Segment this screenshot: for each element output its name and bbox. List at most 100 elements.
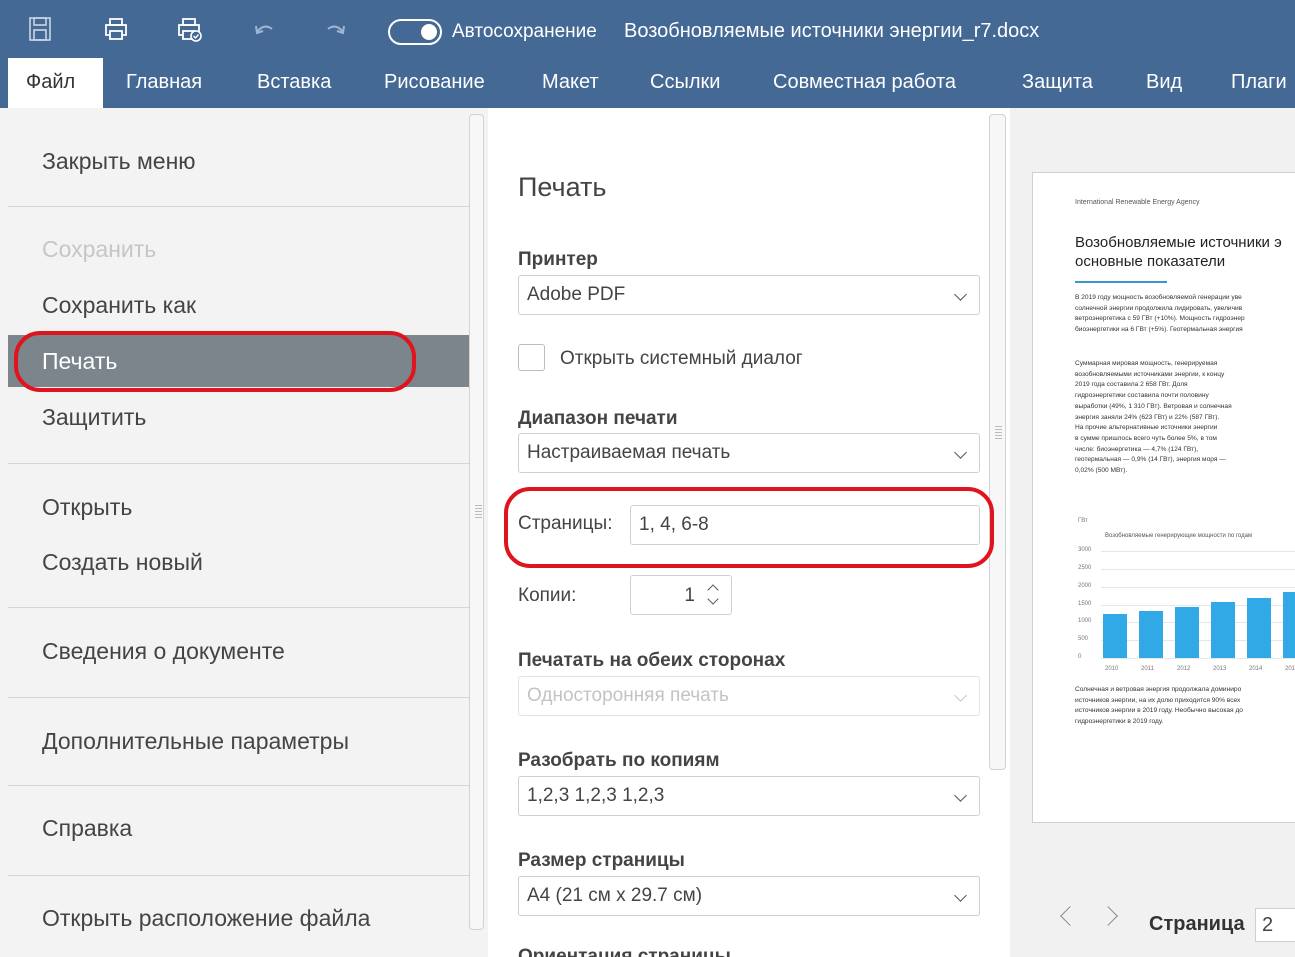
redo-icon[interactable] <box>323 16 349 42</box>
quick-print-icon[interactable] <box>176 16 202 42</box>
orientation-label: Ориентация страницы <box>518 946 731 957</box>
preview-page: International Renewable Energy Agency Во… <box>1032 172 1295 823</box>
page-size-label: Размер страницы <box>518 850 685 871</box>
y-tick-label: 2500 <box>1078 564 1092 571</box>
chart-gridline <box>1101 658 1295 659</box>
autosave-toggle[interactable] <box>388 19 442 45</box>
x-tick-label: 2013 <box>1213 666 1227 672</box>
x-tick-label: 2015 <box>1285 666 1295 672</box>
tab-references[interactable]: Ссылки <box>650 58 720 108</box>
save-item: Сохранить <box>42 236 157 262</box>
text-line: геотермальная — 0,9% (14 ГВт), энергия м… <box>1075 456 1226 464</box>
printer-select[interactable]: Adobe PDF <box>518 275 980 315</box>
text-line: ветроэнергетика с 59 ГВт (+10%). Мощност… <box>1075 315 1245 323</box>
document-info-item[interactable]: Сведения о документе <box>8 625 469 677</box>
printer-value: Adobe PDF <box>527 284 626 305</box>
save-icon[interactable] <box>27 16 53 42</box>
print-range-label: Диапазон печати <box>518 408 678 429</box>
y-tick-label: 3000 <box>1078 547 1092 553</box>
text-line: источников энергии в 2019 году. Необычно… <box>1075 707 1243 715</box>
tab-home[interactable]: Главная <box>126 58 202 108</box>
text-line: солнечной энергии продолжила лидировать,… <box>1075 304 1243 312</box>
duplex-select: Односторонняя печать <box>518 676 980 716</box>
protect-item[interactable]: Защитить <box>8 391 469 443</box>
copies-stepper[interactable]: 1 <box>630 575 732 615</box>
text-line: числе: биоэнергетика — 4,7% (124 ГВт), <box>1075 445 1199 453</box>
help-item[interactable]: Справка <box>8 802 469 854</box>
system-dialog-label[interactable]: Открыть системный диалог <box>560 348 803 370</box>
tab-collaboration[interactable]: Совместная работа <box>773 58 956 108</box>
chart-gridline <box>1101 551 1295 552</box>
agency-name: International Renewable Energy Agency <box>1075 199 1200 206</box>
next-page-icon[interactable] <box>1098 906 1118 926</box>
tab-insert[interactable]: Вставка <box>257 58 331 108</box>
text-line: гидроэнергетики в 2019 году. <box>1075 718 1164 726</box>
page-number-input[interactable]: 2 <box>1255 908 1295 942</box>
divider <box>8 206 469 207</box>
x-tick-label: 2012 <box>1177 666 1191 672</box>
print-icon[interactable] <box>103 16 129 42</box>
tab-draw[interactable]: Рисование <box>384 58 485 108</box>
print-range-select[interactable]: Настраиваемая печать <box>518 433 980 473</box>
text-line: 2019 года составила 2 658 ГВт. Доля <box>1075 381 1188 389</box>
chart-gridline <box>1101 568 1295 570</box>
collate-label: Разобрать по копиям <box>518 750 720 771</box>
text-line: гидроэнергетики составила почти половину <box>1075 392 1209 400</box>
chart-bar <box>1211 602 1235 658</box>
preview-title: Возобновляемые источники э основные пока… <box>1075 233 1282 271</box>
x-tick-label: 2011 <box>1141 666 1154 672</box>
chart-title: Возобновляемые генерирующие мощности по … <box>1105 533 1253 539</box>
ribbon-tabs: Файл Главная Вставка Рисование Макет Ссы… <box>0 58 1295 108</box>
chart-bar <box>1175 606 1199 658</box>
close-menu-item[interactable]: Закрыть меню <box>8 135 469 187</box>
tab-view[interactable]: Вид <box>1146 58 1182 108</box>
text-line: Солнечная и ветровая энергия продолжала … <box>1075 686 1242 693</box>
menu-scrollbar[interactable] <box>469 114 484 930</box>
chart-bar <box>1103 614 1127 658</box>
print-preview: International Renewable Energy Agency Во… <box>1010 108 1295 957</box>
text-line: источников энергии, на их долю приходитс… <box>1075 696 1241 704</box>
tab-file[interactable]: Файл <box>8 58 103 108</box>
chevron-down-icon <box>954 689 967 702</box>
create-new-item[interactable]: Создать новый <box>8 536 469 588</box>
divider <box>8 785 469 786</box>
open-item[interactable]: Открыть <box>8 481 469 533</box>
settings-scrollbar[interactable] <box>989 114 1006 770</box>
chart-bar <box>1283 592 1295 658</box>
collate-value: 1,2,3 1,2,3 1,2,3 <box>527 785 665 806</box>
previous-page-icon[interactable] <box>1060 906 1080 926</box>
save-as-item[interactable]: Сохранить как <box>8 279 469 331</box>
undo-icon[interactable] <box>251 16 277 42</box>
text-line: в сумме пришлось всего чуть более 5%, в … <box>1075 434 1217 442</box>
print-highlight <box>14 331 416 392</box>
y-tick-label: 0 <box>1078 654 1082 660</box>
resize-grip-icon[interactable] <box>475 505 482 519</box>
document-name: Возобновляемые источники энергии_r7.docx <box>624 20 1040 42</box>
open-file-location-item[interactable]: Открыть расположение файла <box>8 892 469 944</box>
panel-title: Печать <box>518 172 607 202</box>
copies-label: Копии: <box>518 585 577 606</box>
collate-select[interactable]: 1,2,3 1,2,3 1,2,3 <box>518 776 980 816</box>
toggle-knob <box>421 24 437 40</box>
chevron-down-icon <box>954 446 967 459</box>
chevron-down-icon[interactable] <box>707 593 719 605</box>
text-line: 0,02% (500 МВт). <box>1075 467 1128 475</box>
page-size-select[interactable]: A4 (21 см x 29.7 см) <box>518 876 980 916</box>
system-dialog-checkbox[interactable] <box>518 344 545 371</box>
y-tick-label: 1000 <box>1078 618 1092 625</box>
resize-grip-icon[interactable] <box>995 426 1002 440</box>
text-line: выработки (49%, 1 310 ГВт). Ветровая и с… <box>1075 402 1232 410</box>
divider <box>8 875 469 876</box>
chevron-down-icon <box>954 889 967 902</box>
tab-protection[interactable]: Защита <box>1022 58 1093 108</box>
paragraph-2: Суммарная мировая мощность, генерируемая… <box>1075 359 1232 477</box>
advanced-settings-item[interactable]: Дополнительные параметры <box>8 715 469 767</box>
tab-layout[interactable]: Макет <box>542 58 599 108</box>
text-line: В 2019 году мощность возобновляемой гене… <box>1075 294 1242 301</box>
text-line: энергия заняли 24% (623 ГВт) и 22% (587 … <box>1075 413 1220 421</box>
tab-plugins[interactable]: Плаги <box>1231 58 1287 108</box>
chart-ylabel: ГВт <box>1078 518 1088 524</box>
divider <box>8 607 469 608</box>
chevron-down-icon <box>954 288 967 301</box>
title-rule <box>1075 281 1167 283</box>
